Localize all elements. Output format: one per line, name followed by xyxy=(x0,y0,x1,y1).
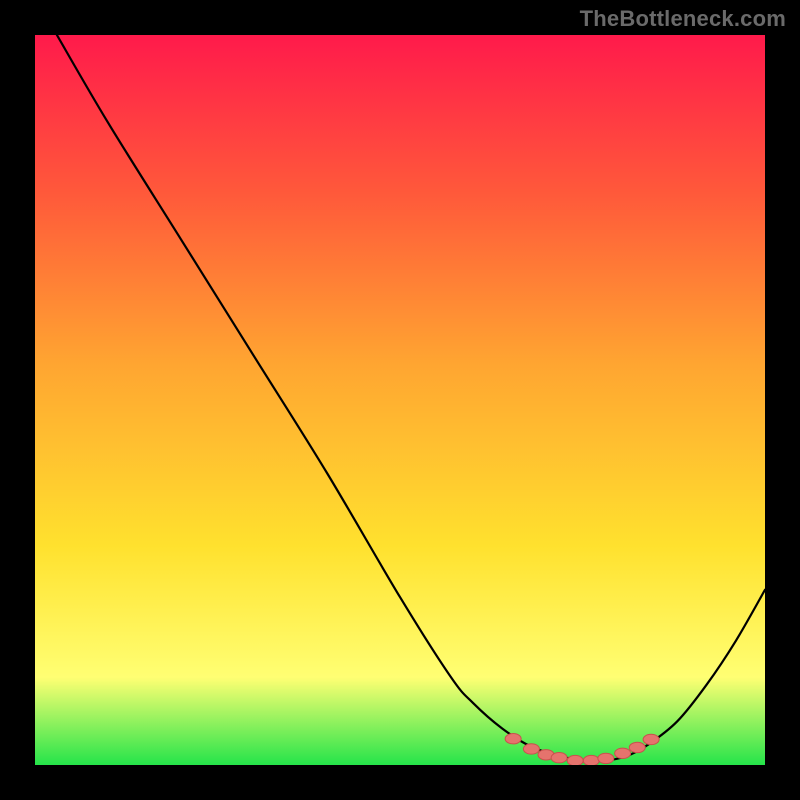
chart-container: TheBottleneck.com xyxy=(0,0,800,800)
plot-svg xyxy=(35,35,765,765)
curve-marker xyxy=(505,734,521,744)
curve-marker xyxy=(523,744,539,754)
curve-marker xyxy=(629,742,645,752)
curve-marker xyxy=(583,755,599,765)
curve-marker xyxy=(551,753,567,763)
curve-marker xyxy=(598,753,614,763)
attribution-text: TheBottleneck.com xyxy=(580,6,786,32)
curve-marker xyxy=(567,755,583,765)
plot-area xyxy=(35,35,765,765)
curve-marker xyxy=(615,748,631,758)
curve-marker xyxy=(643,734,659,744)
gradient-background xyxy=(35,35,765,765)
